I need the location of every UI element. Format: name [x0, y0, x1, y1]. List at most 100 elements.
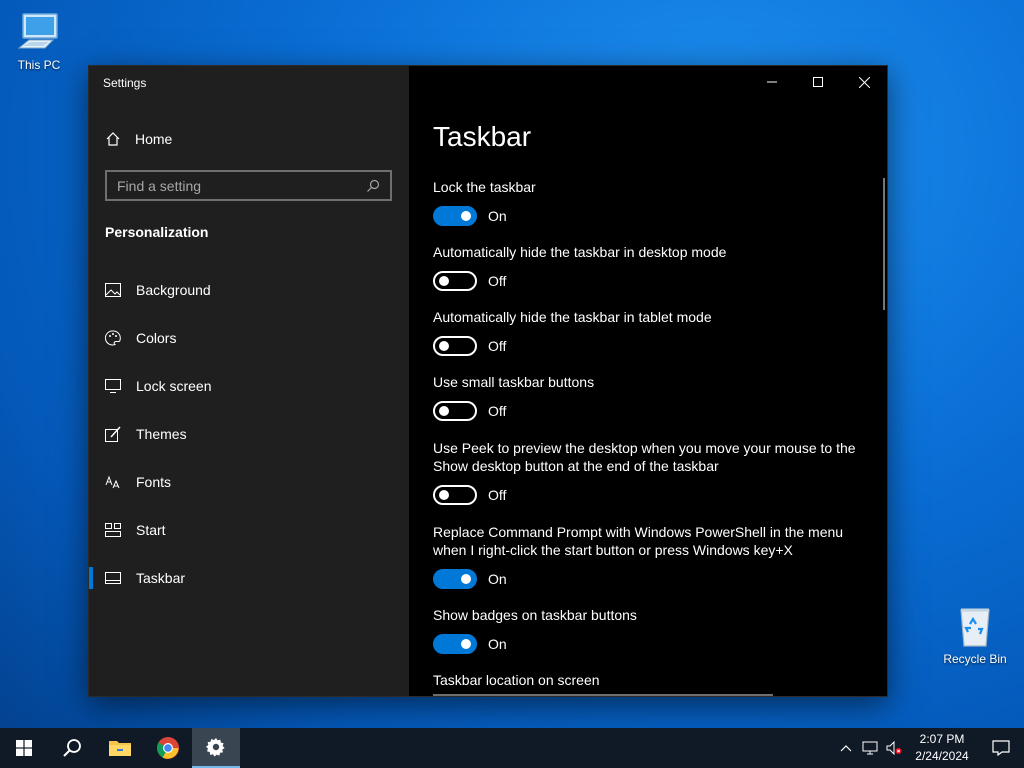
badges-toggle[interactable] — [433, 634, 477, 654]
option-label: Show badges on taskbar buttons — [433, 607, 637, 623]
brush-icon — [105, 426, 121, 442]
sidebar-item-themes[interactable]: Themes — [89, 410, 409, 458]
option-badges: Show badges on taskbar buttons On — [433, 606, 863, 654]
autohide-tablet-toggle[interactable] — [433, 336, 477, 356]
autohide-desktop-toggle[interactable] — [433, 271, 477, 291]
taskbar-location-dropdown[interactable] — [433, 694, 773, 696]
settings-main-panel: Taskbar Lock the taskbar On Automaticall… — [409, 66, 887, 696]
toggle-state: On — [488, 208, 507, 224]
network-icon — [862, 741, 878, 755]
minimize-icon — [767, 81, 777, 83]
window-controls — [749, 66, 887, 98]
settings-icon — [206, 738, 225, 757]
palette-icon — [105, 330, 121, 346]
maximize-button[interactable] — [795, 66, 841, 98]
toggle-knob — [461, 574, 471, 584]
sidebar-item-fonts[interactable]: Fonts — [89, 458, 409, 506]
search-input[interactable] — [117, 177, 366, 194]
settings-sidebar: Settings Home Personalization Background — [89, 66, 409, 696]
sidebar-item-label: Colors — [136, 330, 177, 346]
personalization-nav: Background Colors Lock screen Themes Fon… — [89, 266, 409, 602]
toggle-state: Off — [488, 403, 507, 419]
scrollbar[interactable] — [883, 178, 885, 310]
clock-date: 2/24/2024 — [915, 749, 969, 763]
option-powershell: Replace Command Prompt with Windows Powe… — [433, 523, 863, 589]
small-buttons-toggle[interactable] — [433, 401, 477, 421]
section-title: Personalization — [105, 224, 209, 240]
toggle-knob — [439, 341, 449, 351]
lock-screen-icon — [105, 378, 121, 394]
volume-button[interactable] — [882, 728, 906, 768]
chrome-button[interactable] — [144, 728, 192, 768]
computer-icon — [17, 13, 58, 49]
option-label: Use small taskbar buttons — [433, 374, 595, 390]
option-lock-taskbar: Lock the taskbar On — [433, 178, 863, 226]
settings-window: Settings Home Personalization Background — [88, 65, 888, 697]
option-label: Lock the taskbar — [433, 179, 536, 195]
recycle-bin-icon — [960, 608, 990, 647]
settings-taskbar-button[interactable] — [192, 728, 240, 768]
lock-taskbar-toggle[interactable] — [433, 206, 477, 226]
search-button[interactable] — [48, 728, 96, 768]
sidebar-item-background[interactable]: Background — [89, 266, 409, 314]
option-taskbar-location: Taskbar location on screen — [433, 671, 863, 689]
font-icon — [105, 474, 121, 490]
toggle-knob — [439, 490, 449, 500]
recycle-bin-desktop-icon[interactable]: Recycle Bin — [937, 602, 1013, 666]
page-title: Taskbar — [433, 121, 532, 152]
home-icon — [106, 132, 120, 146]
peek-toggle[interactable] — [433, 485, 477, 505]
chrome-icon — [157, 737, 179, 759]
start-grid-icon — [105, 522, 121, 538]
windows-taskbar: 2:07 PM 2/24/2024 — [0, 728, 1024, 768]
option-small-buttons: Use small taskbar buttons Off — [433, 373, 863, 421]
start-icon — [16, 740, 32, 756]
toggle-state: On — [488, 636, 507, 652]
sidebar-item-lock-screen[interactable]: Lock screen — [89, 362, 409, 410]
toggle-knob — [439, 276, 449, 286]
powershell-toggle[interactable] — [433, 569, 477, 589]
image-icon — [105, 282, 121, 298]
toggle-knob — [461, 639, 471, 649]
maximize-icon — [813, 77, 823, 87]
close-icon — [858, 76, 870, 88]
network-button[interactable] — [858, 728, 882, 768]
toggle-state: Off — [488, 487, 507, 503]
volume-muted-icon — [886, 741, 902, 755]
sidebar-item-label: Start — [136, 522, 166, 538]
start-button[interactable] — [0, 728, 48, 768]
close-button[interactable] — [841, 66, 887, 98]
sidebar-item-start[interactable]: Start — [89, 506, 409, 554]
window-title: Settings — [103, 76, 147, 90]
file-explorer-icon — [109, 741, 131, 756]
search-icon — [63, 739, 81, 757]
sidebar-item-label: Fonts — [136, 474, 172, 490]
toggle-knob — [461, 211, 471, 221]
option-label: Automatically hide the taskbar in deskto… — [433, 244, 727, 260]
taskbar-icon — [105, 570, 121, 586]
sidebar-item-label: Taskbar — [136, 570, 186, 586]
toggle-state: Off — [488, 273, 507, 289]
toggle-knob — [439, 406, 449, 416]
file-explorer-button[interactable] — [96, 728, 144, 768]
this-pc-desktop-icon[interactable]: This PC — [1, 8, 77, 72]
sidebar-item-label: Themes — [136, 426, 187, 442]
option-peek: Use Peek to preview the desktop when you… — [433, 439, 863, 505]
option-label: Automatically hide the taskbar in tablet… — [433, 309, 712, 325]
show-hidden-icons-button[interactable] — [834, 728, 858, 768]
sidebar-item-label: Background — [136, 282, 211, 298]
clock-time: 2:07 PM — [919, 732, 965, 746]
minimize-button[interactable] — [749, 66, 795, 98]
search-box[interactable] — [105, 170, 392, 201]
home-nav-item[interactable]: Home — [105, 128, 172, 150]
toggle-state: Off — [488, 338, 507, 354]
toggle-state: On — [488, 571, 507, 587]
sidebar-item-colors[interactable]: Colors — [89, 314, 409, 362]
action-center-button[interactable] — [978, 728, 1024, 768]
option-label: Replace Command Prompt with Windows Powe… — [433, 524, 844, 558]
sidebar-item-taskbar[interactable]: Taskbar — [89, 554, 409, 602]
option-autohide-tablet: Automatically hide the taskbar in tablet… — [433, 308, 863, 356]
home-label: Home — [135, 131, 173, 147]
clock[interactable]: 2:07 PM 2/24/2024 — [906, 731, 978, 765]
this-pc-label: This PC — [17, 58, 61, 72]
